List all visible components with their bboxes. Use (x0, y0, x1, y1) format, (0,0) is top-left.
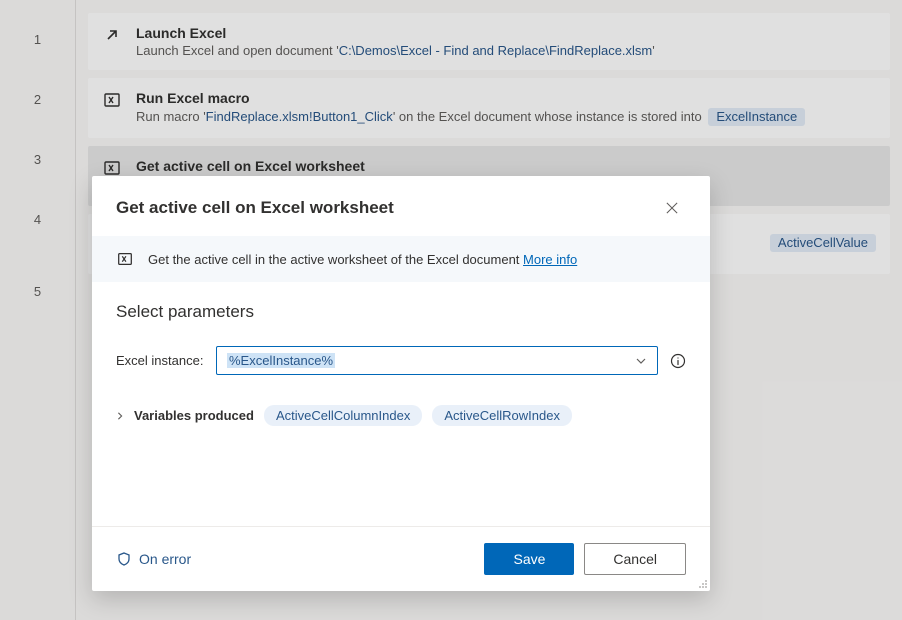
save-button[interactable]: Save (484, 543, 574, 575)
chevron-down-icon (635, 355, 647, 367)
section-title: Select parameters (116, 302, 686, 322)
shield-icon (116, 551, 132, 567)
excel-instance-select[interactable]: %ExcelInstance% (216, 346, 658, 375)
variables-produced-row[interactable]: Variables produced ActiveCellColumnIndex… (116, 405, 686, 426)
dialog-body: Select parameters Excel instance: %Excel… (92, 282, 710, 526)
action-config-dialog: Get active cell on Excel worksheet Get t… (92, 176, 710, 591)
info-bar: Get the active cell in the active worksh… (92, 236, 710, 282)
dialog-footer: On error Save Cancel (92, 526, 710, 591)
param-excel-instance: Excel instance: %ExcelInstance% (116, 346, 686, 375)
output-variable[interactable]: ActiveCellRowIndex (432, 405, 572, 426)
cancel-button[interactable]: Cancel (584, 543, 686, 575)
variables-produced-label: Variables produced (134, 408, 254, 423)
info-text: Get the active cell in the active worksh… (148, 252, 577, 267)
on-error-link[interactable]: On error (116, 551, 191, 567)
select-value: %ExcelInstance% (227, 353, 335, 368)
resize-grip[interactable] (696, 577, 708, 589)
close-button[interactable] (658, 194, 686, 222)
param-label: Excel instance: (116, 353, 206, 368)
excel-icon (116, 250, 134, 268)
output-variable[interactable]: ActiveCellColumnIndex (264, 405, 422, 426)
chevron-right-icon (116, 412, 124, 420)
more-info-link[interactable]: More info (523, 252, 577, 267)
dialog-header: Get active cell on Excel worksheet (92, 176, 710, 236)
info-icon[interactable] (670, 353, 686, 369)
dialog-title: Get active cell on Excel worksheet (116, 198, 394, 218)
